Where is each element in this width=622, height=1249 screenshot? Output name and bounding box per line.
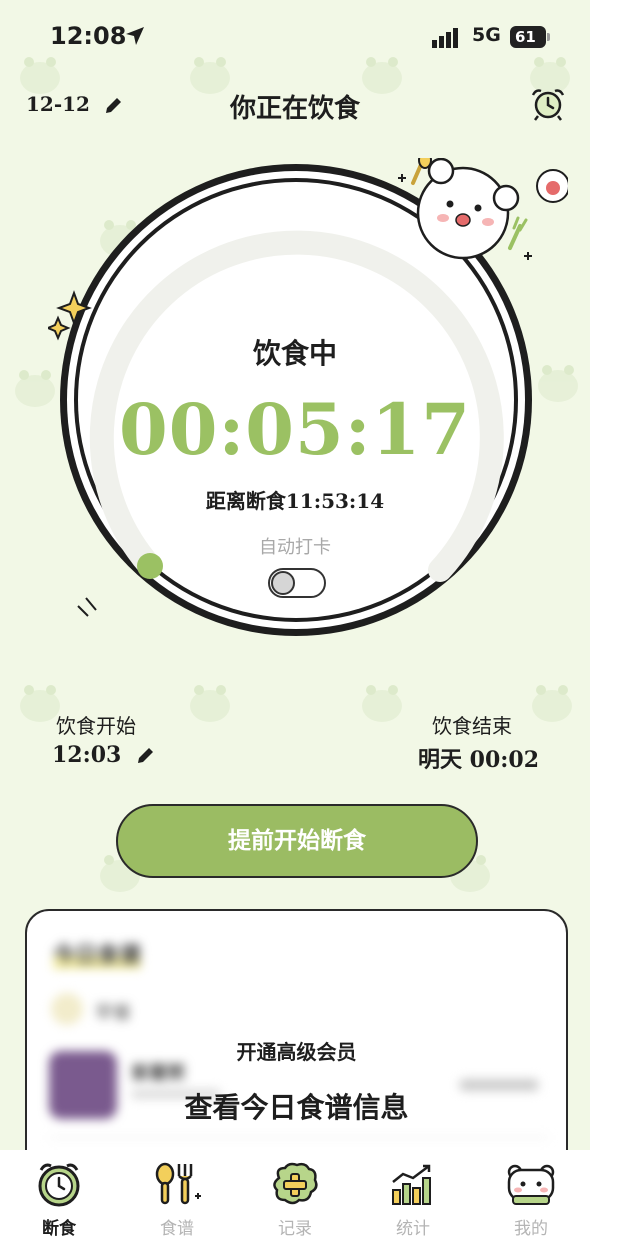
paw-pattern <box>20 685 60 722</box>
blurred-title: 今日食谱 <box>53 937 142 969</box>
tab-label: 统计 <box>396 1219 430 1239</box>
divider <box>49 1137 549 1138</box>
app-screen: 12:08 5G 61 12-12 你正在饮食 饮食中 00:05:17 距离断… <box>0 0 590 1249</box>
tab-label: 记录 <box>278 1219 312 1239</box>
auto-checkin-label: 自动打卡 <box>259 537 331 558</box>
tab-stats[interactable]: 统计 <box>354 1150 472 1249</box>
battery-icon: 61 <box>510 26 550 48</box>
view-recipe-cta: 查看今日食谱信息 <box>184 1091 409 1124</box>
tab-recipes[interactable]: 食谱 <box>118 1150 236 1249</box>
tab-records[interactable]: 记录 <box>236 1150 354 1249</box>
location-arrow-icon <box>126 27 144 45</box>
tab-label: 断食 <box>42 1219 76 1239</box>
elapsed-timer: 00:05:17 <box>119 388 471 471</box>
tab-profile[interactable]: 我的 <box>472 1150 590 1249</box>
page-title: 你正在饮食 <box>229 94 360 124</box>
start-fasting-early-button[interactable]: 提前开始断食 <box>116 804 478 878</box>
add-record-icon <box>273 1162 318 1205</box>
fork-spoon-icon <box>155 1162 201 1205</box>
meal-icon <box>51 993 83 1025</box>
eating-end-label: 饮食结束 <box>432 714 512 738</box>
clock-icon <box>38 1163 80 1207</box>
alarm-clock-icon[interactable] <box>528 86 568 122</box>
tab-label: 我的 <box>514 1219 548 1239</box>
signal-icon <box>432 28 458 48</box>
bear-profile-icon <box>507 1164 555 1205</box>
motion-lines <box>77 597 97 617</box>
paw-pattern <box>190 685 230 722</box>
stats-chart-icon <box>392 1164 431 1205</box>
tab-fasting[interactable]: 断食 <box>0 1150 118 1249</box>
eating-start-label: 饮食开始 <box>56 714 136 738</box>
eating-status: 饮食中 <box>252 337 337 370</box>
paw-pattern <box>362 685 402 722</box>
blurred-meal: 早餐 <box>95 1003 131 1024</box>
status-bar: 12:08 5G 61 <box>0 0 590 70</box>
eating-end-time: 明天 00:02 <box>418 747 540 773</box>
eating-start-time[interactable]: 12:03 <box>52 742 155 768</box>
pencil-icon <box>138 748 154 763</box>
tab-bar: 断食 食谱 记录 统计 我的 <box>0 1150 590 1249</box>
network-type: 5G <box>472 24 501 46</box>
start-time-value: 12:03 <box>52 742 122 768</box>
paw-pattern <box>532 685 572 722</box>
fasting-countdown: 距离断食11:53:14 <box>205 489 385 513</box>
toggle-knob <box>271 571 295 595</box>
member-upsell-line: 开通高级会员 <box>236 1040 357 1064</box>
status-time: 12:08 <box>50 22 127 50</box>
auto-checkin-toggle[interactable] <box>268 568 326 598</box>
tab-label: 食谱 <box>160 1219 194 1239</box>
